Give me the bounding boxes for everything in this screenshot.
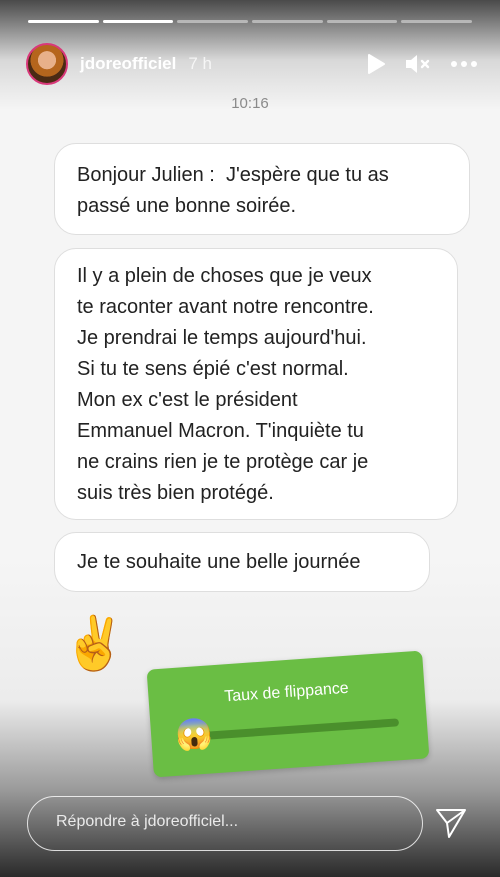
- progress-segment: [401, 20, 473, 23]
- message-line: Je te souhaite une belle journée: [77, 551, 361, 573]
- story-controls: [366, 53, 478, 75]
- message-line: suis très bien protégé.: [77, 482, 274, 504]
- progress-segment: [177, 20, 249, 23]
- message-line: passé une bonne soirée.: [77, 195, 297, 217]
- message-line: Je prendrai le temps aujourd'hui.: [77, 327, 367, 349]
- play-icon[interactable]: [366, 53, 386, 75]
- send-icon[interactable]: [434, 806, 468, 845]
- story-progress-bar: [28, 20, 473, 23]
- message-line: te raconter avant notre rencontre.: [77, 296, 374, 318]
- reply-placeholder: Répondre à jdoreofficiel...: [56, 813, 239, 830]
- message-line: ne crains rien je te protège car je: [77, 451, 369, 473]
- message-line: Mon ex c'est le président: [77, 389, 298, 411]
- more-icon[interactable]: [450, 60, 478, 68]
- message-bubble: Bonjour Julien : J'espère que tu as pass…: [54, 143, 470, 235]
- peace-sign-emoji: ✌️: [62, 615, 127, 673]
- progress-segment: [28, 20, 99, 23]
- message-line: Bonjour Julien : J'espère que tu as: [77, 164, 389, 186]
- avatar[interactable]: [26, 43, 68, 85]
- progress-segment: [252, 20, 323, 23]
- message-bubble: Je te souhaite une belle journée: [54, 532, 430, 592]
- progress-segment: [102, 20, 174, 23]
- emoji-slider-sticker: Taux de flippance 😱: [146, 650, 430, 778]
- slider-question: Taux de flippance: [223, 679, 350, 706]
- story-age: 7 h: [188, 54, 212, 73]
- progress-segment: [326, 20, 398, 23]
- story-viewer: jdoreofficiel 7 h 10:16 Bonjour Julien :…: [0, 0, 500, 877]
- slider-track[interactable]: [189, 718, 400, 741]
- story-header: jdoreofficiel 7 h: [26, 42, 478, 86]
- message-line: Si tu te sens épié c'est normal.: [77, 358, 349, 380]
- slider-handle-emoji[interactable]: 😱: [174, 717, 214, 754]
- message-timestamp: 10:16: [231, 95, 269, 112]
- message-bubble: Il y a plein de choses que je veux te ra…: [54, 248, 458, 520]
- mute-icon[interactable]: [404, 53, 432, 75]
- reply-input[interactable]: Répondre à jdoreofficiel...: [27, 796, 423, 851]
- message-line: Emmanuel Macron. T'inquiète tu: [77, 420, 364, 442]
- message-line: Il y a plein de choses que je veux: [77, 265, 372, 287]
- username[interactable]: jdoreofficiel: [80, 54, 176, 74]
